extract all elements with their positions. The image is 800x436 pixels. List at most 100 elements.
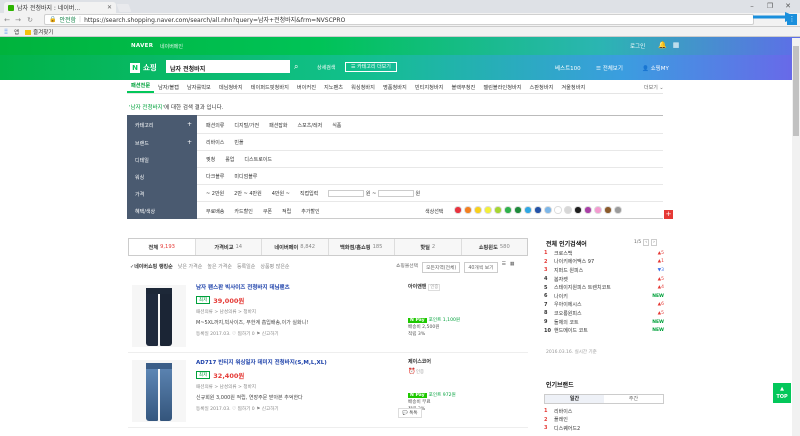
sort-option[interactable]: 높은 가격순 — [207, 263, 232, 270]
shopping-logo[interactable]: N 쇼핑 — [130, 62, 157, 73]
close-window-icon[interactable]: ✕ — [780, 0, 796, 12]
expand-filter-button[interactable]: + — [664, 210, 673, 219]
color-swatch[interactable] — [554, 206, 562, 214]
popular-search-item[interactable]: 4 봄자켓 ▲5 — [544, 275, 664, 284]
search-input[interactable]: 남자 전청바지 — [166, 60, 290, 73]
talk-button[interactable]: 💬 톡톡 — [398, 408, 422, 418]
apps-icon[interactable]: ⣿ — [4, 29, 8, 35]
plus-icon[interactable]: + — [187, 139, 192, 146]
category-nav-item[interactable]: 데님청바지 — [215, 84, 247, 91]
product-title[interactable]: 남자 팬스판 빅사이즈 전청바지 데님팬츠 — [196, 283, 290, 291]
color-swatch[interactable] — [474, 206, 482, 214]
filter-option[interactable]: 패션의류 — [206, 122, 224, 129]
bookmark-apps[interactable]: 앱 — [14, 28, 19, 36]
category-nav-item[interactable]: 버이커진 — [293, 84, 320, 91]
color-swatch[interactable] — [604, 206, 612, 214]
popular-search-item[interactable]: 3 지퍼드 원피스 ▼3 — [544, 266, 664, 275]
popular-search-item[interactable]: 1 크로스백 ▲5 — [544, 249, 664, 258]
category-nav-item[interactable]: 테이퍼드핏청바지 — [247, 84, 293, 91]
category-more-button[interactable]: ☰ 카테고리 더보기 — [345, 62, 397, 72]
color-swatch[interactable] — [584, 206, 592, 214]
product-image[interactable] — [132, 360, 186, 422]
tab-weekly[interactable]: 주간 — [604, 395, 663, 403]
category-nav-item[interactable]: 블랙무청진 — [447, 84, 479, 91]
forward-icon[interactable]: → — [13, 14, 23, 25]
login-link[interactable]: 로그인 — [630, 42, 645, 50]
color-swatch[interactable] — [494, 206, 502, 214]
back-icon[interactable]: ← — [2, 14, 12, 25]
tab-department[interactable]: 백화점/홈쇼핑 185 — [328, 239, 395, 255]
naver-main-link[interactable]: 네이버메인 — [160, 43, 183, 50]
color-swatch[interactable] — [524, 206, 532, 214]
category-nav-item[interactable]: 남자를빅모 — [183, 84, 215, 91]
color-swatch[interactable] — [454, 206, 462, 214]
filter-option[interactable]: ~ 2만원 — [206, 190, 224, 197]
category-more-link[interactable]: 더보기 ⌄ — [644, 84, 664, 91]
popular-search-item[interactable]: 9 돌체의 코트 NEW — [544, 318, 664, 327]
filter-option[interactable]: 디스트로이드 — [244, 156, 272, 163]
maximize-icon[interactable]: ❐ — [762, 0, 778, 12]
popular-brand-item[interactable]: 2 플레인 — [544, 416, 664, 425]
color-swatch[interactable] — [514, 206, 522, 214]
seller-name[interactable]: 아이앤맨 인증 — [408, 283, 441, 291]
tab-shopping-window[interactable]: 쇼핑윈도 580 — [461, 239, 527, 255]
sort-option[interactable]: 낮은 가격순 — [178, 263, 203, 270]
full-view-link[interactable]: ☰ 전체보기 — [596, 64, 623, 72]
filter-option[interactable]: 식품 — [332, 122, 341, 129]
popular-search-item[interactable]: 6 나이키 NEW — [544, 292, 664, 301]
category-nav-item[interactable]: 명품청바지 — [379, 84, 411, 91]
filter-option[interactable]: 적립 — [282, 208, 291, 215]
color-swatch[interactable] — [534, 206, 542, 214]
category-nav-item[interactable]: 빈티지청바지 — [411, 84, 448, 91]
reload-icon[interactable]: ↻ — [25, 14, 35, 25]
popular-brand-item[interactable]: 1 리바이스 — [544, 407, 664, 416]
color-swatch[interactable] — [574, 206, 582, 214]
page-scrollbar[interactable] — [792, 38, 800, 436]
mall-select[interactable]: 쇼핑몰선택 — [396, 262, 418, 273]
category-nav-item[interactable]: 젤린블라인청바지 — [479, 84, 525, 91]
list-view-icon[interactable]: ☰ — [502, 262, 506, 273]
category-nav-item[interactable]: 스판청바지 — [526, 84, 558, 91]
category-nav-item[interactable]: 겨울청바지 — [557, 84, 589, 91]
my-shopping-link[interactable]: 👤 쇼핑MY — [642, 64, 669, 72]
category-nav-item[interactable]: 지노팬츠 — [320, 84, 347, 91]
tab-naver-pay[interactable]: 네이버페이 8,842 — [262, 239, 329, 255]
prev-icon[interactable]: ‹ — [643, 239, 650, 246]
filter-option[interactable]: 무료배송 — [206, 208, 224, 215]
product-category[interactable]: 패션의류 > 남성의류 > 청바지 — [196, 384, 256, 390]
filter-option[interactable]: 쿠폰 — [263, 208, 272, 215]
filter-option[interactable]: 찢청 — [206, 156, 215, 163]
plus-icon[interactable]: + — [187, 121, 192, 128]
filter-option[interactable]: 빈폴 — [234, 139, 243, 146]
sort-option[interactable]: 상품평 많은순 — [260, 263, 289, 270]
grid-view-icon[interactable]: ▦ — [510, 262, 515, 273]
best100-link[interactable]: 베스트100 — [555, 64, 581, 72]
filter-option[interactable]: 4만원 ~ — [272, 190, 290, 197]
price-max-input[interactable] — [377, 190, 414, 197]
color-swatch[interactable] — [464, 206, 472, 214]
color-swatch[interactable] — [564, 206, 572, 214]
next-icon[interactable]: › — [651, 239, 657, 246]
tab-daily[interactable]: 일간 — [545, 395, 604, 403]
top-button[interactable]: ▲ TOP — [773, 383, 791, 403]
filter-option[interactable]: 롤업 — [225, 156, 234, 163]
product-category[interactable]: 패션의류 > 남성의류 > 청바지 — [196, 309, 256, 315]
notification-icon[interactable]: 🔔 — [658, 41, 667, 49]
filter-option[interactable]: 다크블루 — [206, 173, 224, 180]
search-icon[interactable]: ⌕ — [294, 62, 304, 72]
browser-tab[interactable]: 남자 전청바지 : 네이버... ✕ — [4, 2, 116, 13]
category-nav-item[interactable]: 워싱청바지 — [347, 84, 379, 91]
filter-option[interactable]: 추가할인 — [301, 208, 319, 215]
category-nav-item[interactable]: 패션전문 — [127, 82, 155, 93]
close-tab-icon[interactable]: ✕ — [107, 4, 112, 11]
sort-option[interactable]: 등록일순 — [237, 263, 255, 270]
popular-brand-item[interactable]: 3 디스퀘어드2 — [544, 424, 664, 433]
price-min-input[interactable] — [328, 190, 365, 197]
chrome-menu-highlight-icon[interactable]: ⋮ — [787, 14, 797, 25]
count-select[interactable]: 40개씩 보기 — [464, 262, 498, 273]
popular-search-item[interactable]: 2 나이키에어맥스 97 ▲1 — [544, 258, 664, 267]
filter-option[interactable]: 미디엄블루 — [234, 173, 257, 180]
color-swatch[interactable] — [614, 206, 622, 214]
filter-option[interactable]: 패션잡화 — [269, 122, 287, 129]
apps-grid-icon[interactable]: ▦ — [672, 41, 680, 49]
